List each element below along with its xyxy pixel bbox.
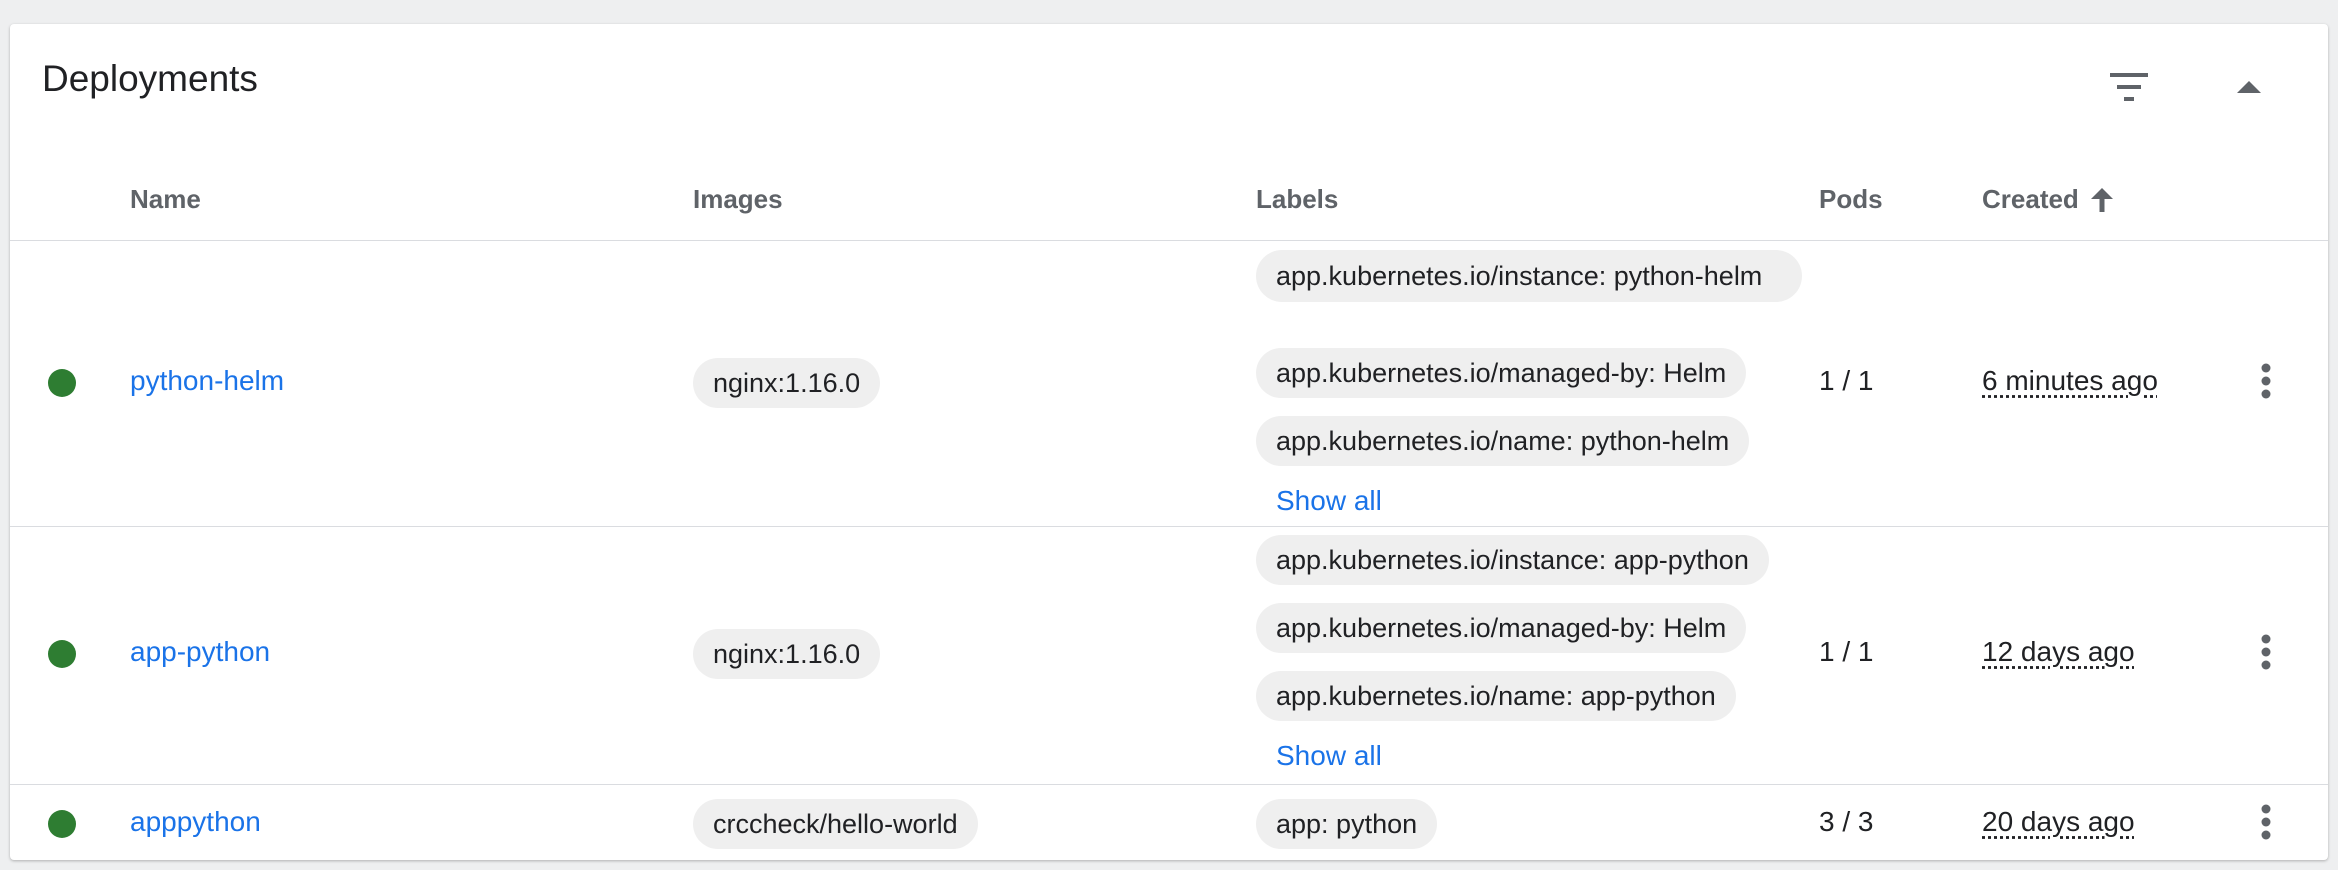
column-header-labels: Labels	[1256, 184, 1339, 214]
pods-count: 1 / 1	[1819, 365, 1874, 396]
table-row: apppython crccheck/hello-world app: pyth…	[10, 785, 2328, 860]
card-header: Deployments	[10, 24, 2328, 134]
table-row: app-python nginx:1.16.0 app.kubernetes.i…	[10, 527, 2328, 785]
status-ok-icon	[48, 640, 76, 668]
deployments-card: Deployments Name Images Labels Pods Crea…	[10, 24, 2328, 860]
column-header-images: Images	[693, 184, 783, 214]
created-time: 20 days ago	[1982, 806, 2135, 837]
column-header-pods: Pods	[1819, 184, 1883, 214]
table-row: python-helm nginx:1.16.0 app.kubernetes.…	[10, 241, 2328, 527]
filter-icon[interactable]	[2106, 64, 2152, 110]
deployment-name-link[interactable]: apppython	[130, 806, 261, 838]
collapse-arrow-up-icon[interactable]	[2226, 64, 2272, 110]
column-header-created-label: Created	[1982, 184, 2079, 214]
label-chip: app.kubernetes.io/instance: app-python	[1256, 535, 1769, 585]
label-chip: app.kubernetes.io/managed-by: Helm	[1256, 603, 1747, 653]
sort-arrow-up-icon	[2090, 187, 2113, 212]
status-ok-icon	[48, 810, 76, 838]
status-ok-icon	[48, 369, 76, 397]
table-header: Name Images Labels Pods Created	[10, 174, 2328, 241]
more-vert-icon[interactable]	[2246, 361, 2286, 401]
pods-count: 1 / 1	[1819, 636, 1874, 667]
image-chip: nginx:1.16.0	[693, 358, 881, 408]
image-chip: nginx:1.16.0	[693, 629, 881, 679]
show-all-labels-link[interactable]: Show all	[1276, 485, 1382, 517]
label-chip: app.kubernetes.io/name: app-python	[1256, 671, 1736, 721]
label-chip: app.kubernetes.io/name: python-helm	[1256, 416, 1750, 466]
pods-count: 3 / 3	[1819, 806, 1874, 837]
created-time: 6 minutes ago	[1982, 365, 2158, 396]
image-chip: crccheck/hello-world	[693, 799, 978, 849]
column-header-created[interactable]: Created	[1982, 184, 2113, 215]
column-header-name: Name	[130, 184, 201, 214]
more-vert-icon[interactable]	[2246, 802, 2286, 842]
deployment-name-link[interactable]: app-python	[130, 636, 270, 668]
deployment-name-link[interactable]: python-helm	[130, 365, 284, 397]
card-title: Deployments	[42, 58, 258, 99]
label-chip: app.kubernetes.io/managed-by: Helm	[1256, 348, 1747, 398]
more-vert-icon[interactable]	[2246, 632, 2286, 672]
created-time: 12 days ago	[1982, 636, 2135, 667]
label-chip: app.kubernetes.io/instance: python-helm	[1256, 250, 1802, 302]
label-chip: app: python	[1256, 799, 1438, 849]
show-all-labels-link[interactable]: Show all	[1276, 740, 1382, 772]
